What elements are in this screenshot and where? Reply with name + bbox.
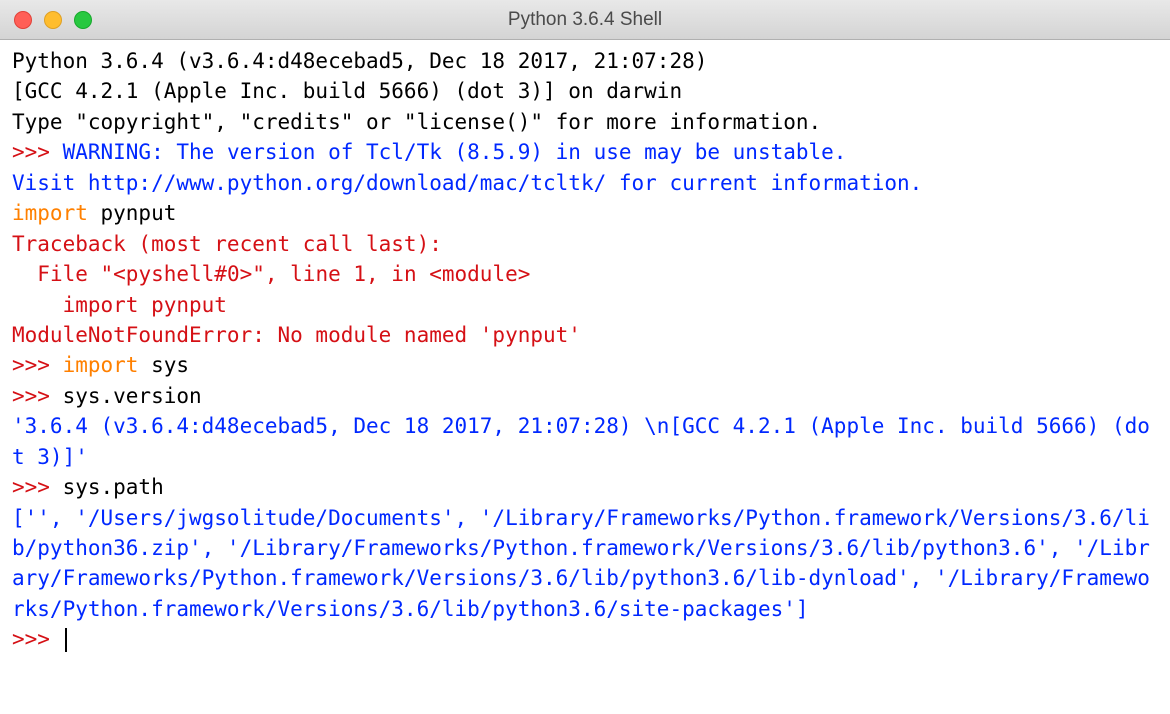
cursor-icon bbox=[65, 628, 67, 652]
input-3: sys.version bbox=[63, 384, 202, 408]
input-4: sys.path bbox=[63, 475, 164, 499]
traceback-file: File "<pyshell#0>", line 1, in <module> bbox=[12, 262, 530, 286]
input-1: pynput bbox=[88, 201, 177, 225]
minimize-icon[interactable] bbox=[44, 11, 62, 29]
input-2: sys bbox=[138, 353, 189, 377]
traffic-lights bbox=[0, 11, 92, 29]
error-message: ModuleNotFoundError: No module named 'py… bbox=[12, 323, 581, 347]
prompt: >>> bbox=[12, 140, 63, 164]
warning-line-1: WARNING: The version of Tcl/Tk (8.5.9) i… bbox=[63, 140, 847, 164]
output-3: '3.6.4 (v3.6.4:d48ecebad5, Dec 18 2017, … bbox=[12, 414, 1150, 468]
python-header-2: [GCC 4.2.1 (Apple Inc. build 5666) (dot … bbox=[12, 79, 682, 103]
traceback-code: import pynput bbox=[12, 293, 227, 317]
import-keyword: import bbox=[63, 353, 139, 377]
prompt: >>> bbox=[12, 627, 63, 651]
window-title: Python 3.6.4 Shell bbox=[0, 9, 1170, 31]
python-shell-window: Python 3.6.4 Shell Python 3.6.4 (v3.6.4:… bbox=[0, 0, 1170, 714]
warning-line-2: Visit http://www.python.org/download/mac… bbox=[12, 171, 922, 195]
terminal-output[interactable]: Python 3.6.4 (v3.6.4:d48ecebad5, Dec 18 … bbox=[0, 40, 1170, 714]
prompt: >>> bbox=[12, 353, 63, 377]
prompt: >>> bbox=[12, 384, 63, 408]
titlebar: Python 3.6.4 Shell bbox=[0, 0, 1170, 40]
close-icon[interactable] bbox=[14, 11, 32, 29]
traceback-header: Traceback (most recent call last): bbox=[12, 232, 442, 256]
output-4: ['', '/Users/jwgsolitude/Documents', '/L… bbox=[12, 506, 1150, 621]
import-keyword: import bbox=[12, 201, 88, 225]
prompt: >>> bbox=[12, 475, 63, 499]
maximize-icon[interactable] bbox=[74, 11, 92, 29]
python-header-3: Type "copyright", "credits" or "license(… bbox=[12, 110, 821, 134]
python-header-1: Python 3.6.4 (v3.6.4:d48ecebad5, Dec 18 … bbox=[12, 49, 720, 73]
